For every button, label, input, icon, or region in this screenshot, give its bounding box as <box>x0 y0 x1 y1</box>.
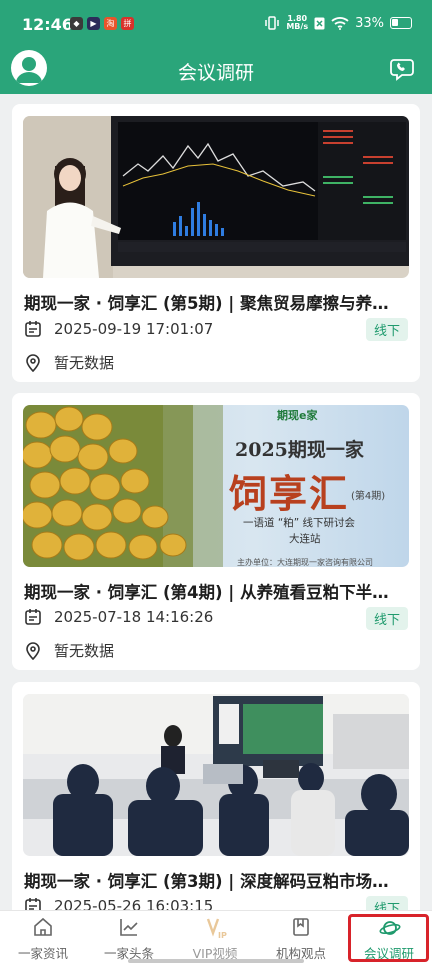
status-bar: 12:46 ◆ ▶ 淘 拼 1.80 MB/s 33% <box>0 0 432 46</box>
location-pin-icon <box>26 641 40 660</box>
top-bar: 12:46 ◆ ▶ 淘 拼 1.80 MB/s 33% 会议调研 <box>0 0 432 94</box>
tab-news[interactable]: 一家资讯 <box>0 911 86 964</box>
status-right: 1.80 MB/s 33% <box>264 15 412 31</box>
meeting-photo <box>23 116 409 278</box>
app-header: 会议调研 <box>0 46 432 94</box>
meeting-location-row: 暂无数据 <box>24 352 114 373</box>
tab-headlines[interactable]: 一家头条 <box>86 911 172 964</box>
app-notification-icon: ◆ <box>70 17 83 30</box>
network-speed: 1.80 MB/s <box>286 14 309 31</box>
meeting-location: 暂无数据 <box>54 354 115 372</box>
meeting-location-row: 暂无数据 <box>24 640 114 661</box>
offline-tag: 线下 <box>365 318 408 341</box>
meeting-card[interactable]: 期现e家 2025期现一家 饲享汇 (第4期) 一语道 “粕” 线下研讨会 大连… <box>12 393 420 670</box>
home-icon <box>34 917 52 936</box>
offline-tag: 线下 <box>365 607 408 630</box>
red-app-icon: 拼 <box>121 17 134 30</box>
bookmark-icon <box>293 918 309 936</box>
meeting-datetime: 2025-07-18 14:16:26 <box>54 608 214 626</box>
tab-views[interactable]: 机构观点 <box>258 911 344 964</box>
video-app-icon: ▶ <box>87 17 100 30</box>
meeting-title: 期现一家 · 饲享汇 (第4期) | 从养殖看豆粕下半… <box>24 583 389 602</box>
meeting-title: 期现一家 · 饲享汇 (第5期) | 聚焦贸易摩擦与养… <box>24 294 389 313</box>
meeting-card[interactable]: 期现一家 · 饲享汇 (第3期) | 深度解码豆粕市场… 2025-05-26 … <box>12 682 420 942</box>
wifi-icon <box>331 17 349 30</box>
meeting-card[interactable]: 期现一家 · 饲享汇 (第5期) | 聚焦贸易摩擦与养… 2025-09-19 … <box>12 104 420 382</box>
status-time: 12:46 <box>22 15 73 34</box>
calendar-icon <box>25 609 41 625</box>
home-indicator <box>128 959 304 963</box>
customer-service-icon[interactable] <box>388 54 416 82</box>
sim-icon <box>314 17 325 29</box>
meeting-title: 期现一家 · 饲享汇 (第3期) | 深度解码豆粕市场… <box>24 872 389 891</box>
banner-subhead: 饲享汇 <box>229 471 350 516</box>
banner-issue: (第4期) <box>351 491 386 502</box>
banner-headline: 2025期现一家 <box>235 439 364 461</box>
banner-line1: 一语道 “粕” 线下研讨会 <box>243 517 356 529</box>
meeting-time-row: 2025-07-18 14:16:26 <box>24 608 213 626</box>
meeting-datetime: 2025-09-19 17:01:07 <box>54 320 214 338</box>
tab-vip-video[interactable]: IP VIP视频 <box>172 911 258 964</box>
vibrate-icon <box>265 16 280 30</box>
battery-percent: 33% <box>355 15 384 31</box>
tab-news-label: 一家资讯 <box>17 946 68 961</box>
meeting-location: 暂无数据 <box>54 642 115 660</box>
location-pin-icon <box>26 353 40 372</box>
vip-icon: IP <box>206 918 227 939</box>
calendar-icon <box>25 321 41 337</box>
meeting-time-row: 2025-09-19 17:01:07 <box>24 320 213 338</box>
banner-line2: 大连站 <box>289 533 321 545</box>
meeting-banner: 期现e家 2025期现一家 饲享汇 (第4期) 一语道 “粕” 线下研讨会 大连… <box>23 405 409 567</box>
meeting-photo <box>23 694 409 856</box>
page-title: 会议调研 <box>177 62 254 84</box>
trend-chart-icon <box>120 919 138 936</box>
battery-icon <box>390 17 412 29</box>
banner-footer: 主办单位：大连期现一家咨询有限公司 <box>237 558 373 567</box>
banner-brand: 期现e家 <box>277 409 318 422</box>
shopping-app-icon: 淘 <box>104 17 117 30</box>
svg-text:IP: IP <box>218 931 227 939</box>
active-tab-highlight <box>348 914 429 962</box>
